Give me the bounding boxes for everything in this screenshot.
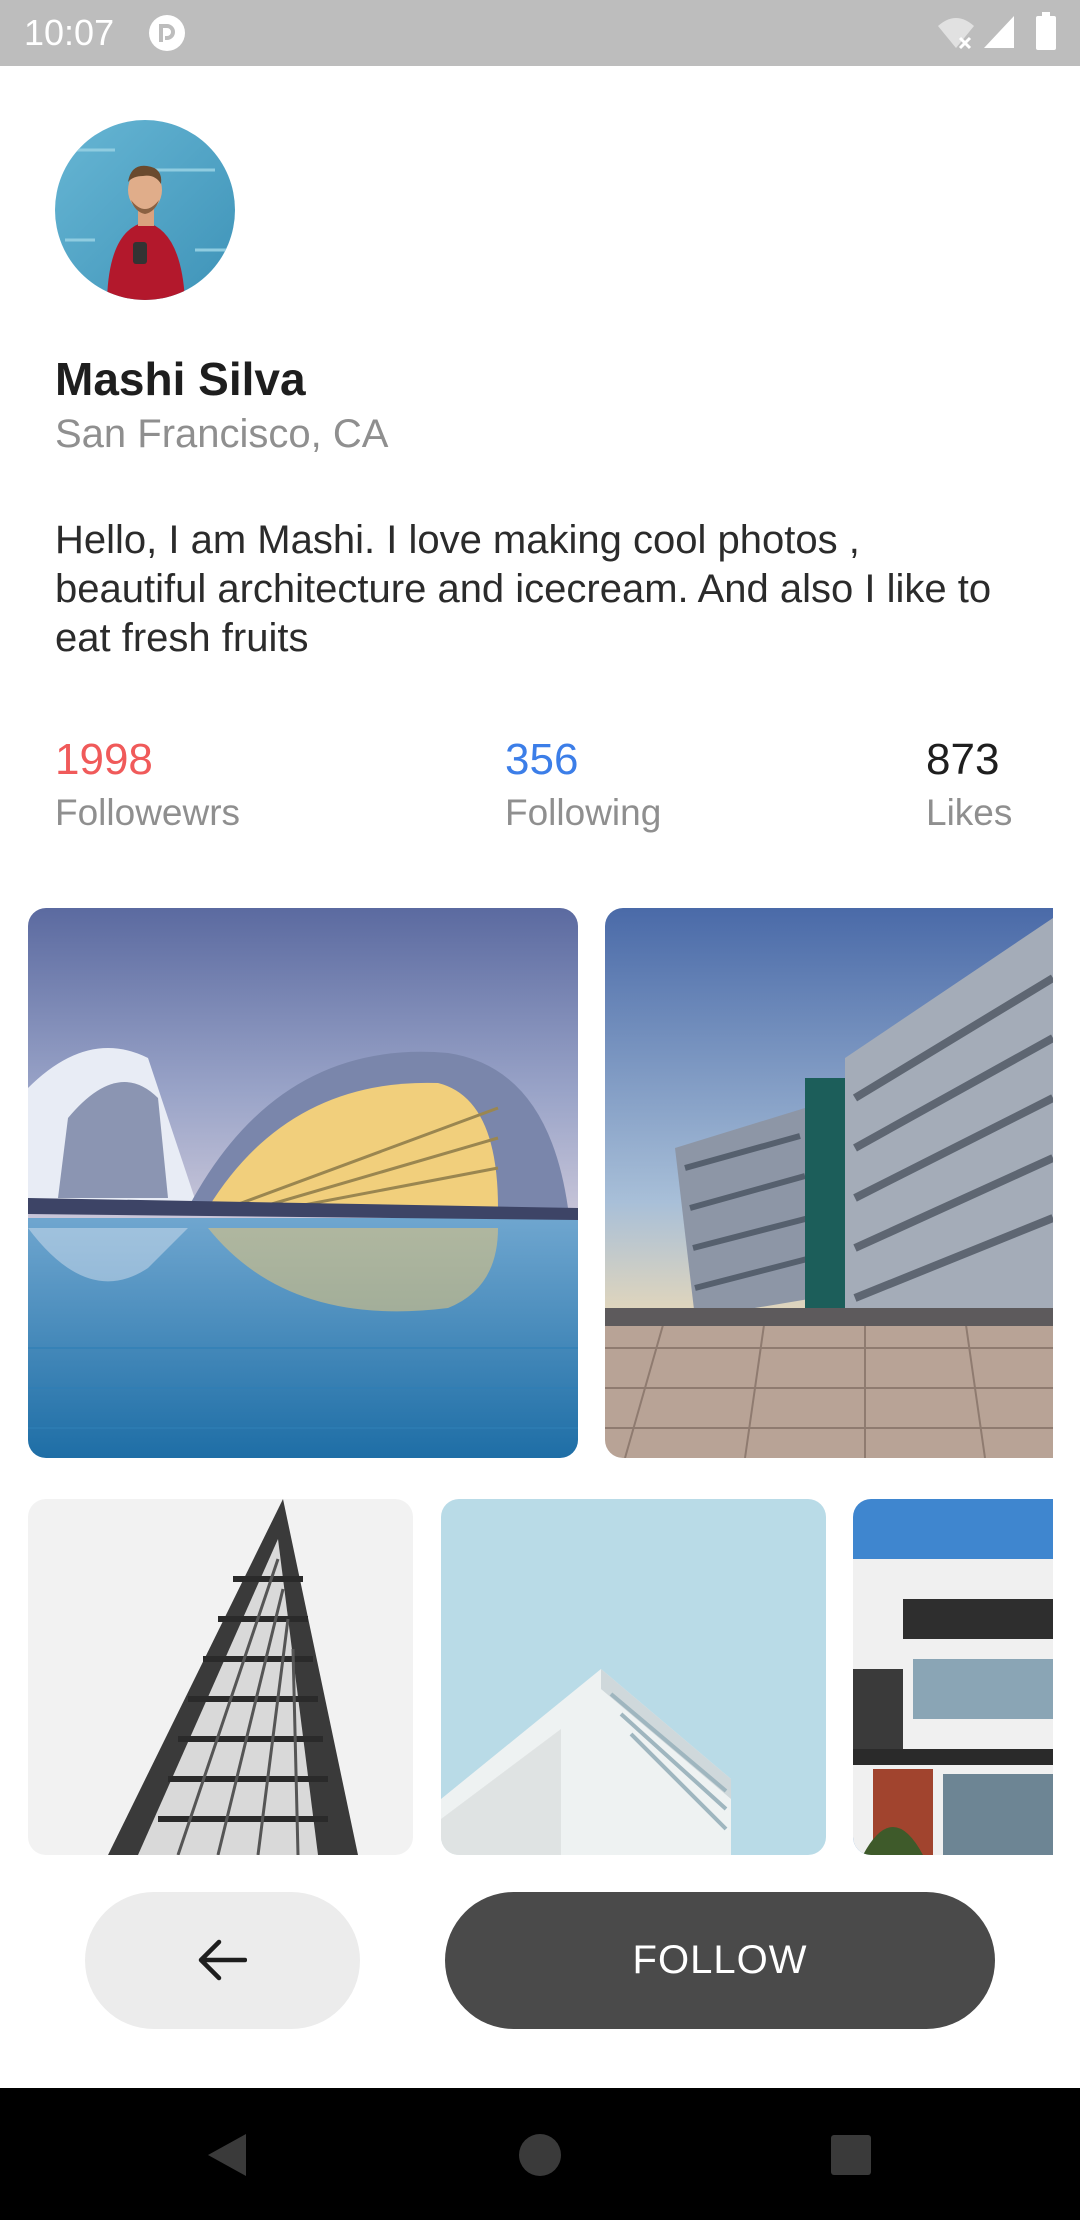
app-notification-icon (149, 15, 185, 51)
followers-count: 1998 (55, 735, 153, 784)
photo-modern-house[interactable] (853, 1499, 1053, 1855)
battery-icon (1036, 12, 1056, 50)
followers-label: Followewrs (55, 792, 241, 833)
stat-following[interactable]: 356 Following (505, 732, 661, 838)
status-bar: 10:07 (0, 0, 1080, 66)
wifi-off-icon (938, 18, 974, 50)
back-button[interactable] (85, 1892, 360, 2029)
stat-likes[interactable]: 873 Likes (926, 732, 1012, 838)
nav-back-icon[interactable] (202, 2130, 252, 2180)
nav-home-icon[interactable] (515, 2130, 565, 2180)
stat-followers[interactable]: 1998 Followewrs (55, 732, 240, 838)
nav-recents-icon[interactable] (826, 2130, 876, 2180)
arrow-left-icon (198, 1939, 247, 1981)
profile-bio: Hello, I am Mashi. I love making cool ph… (55, 518, 992, 660)
profile-name: Mashi Silva (55, 353, 306, 405)
navigation-bar (0, 2088, 1080, 2220)
photo-tower[interactable] (28, 1499, 413, 1855)
photo-white-building[interactable] (441, 1499, 826, 1855)
photo-metallic-building[interactable] (605, 908, 1053, 1458)
avatar (55, 120, 235, 300)
status-time: 10:07 (24, 12, 115, 53)
profile-location: San Francisco, CA (55, 412, 389, 456)
following-count: 356 (505, 735, 579, 784)
likes-label: Likes (926, 792, 1013, 833)
following-label: Following (505, 792, 662, 833)
photo-dome-building[interactable] (28, 908, 578, 1458)
likes-count: 873 (926, 735, 1000, 784)
cellular-signal-icon (984, 16, 1014, 48)
follow-button[interactable]: FOLLOW (445, 1892, 995, 2029)
